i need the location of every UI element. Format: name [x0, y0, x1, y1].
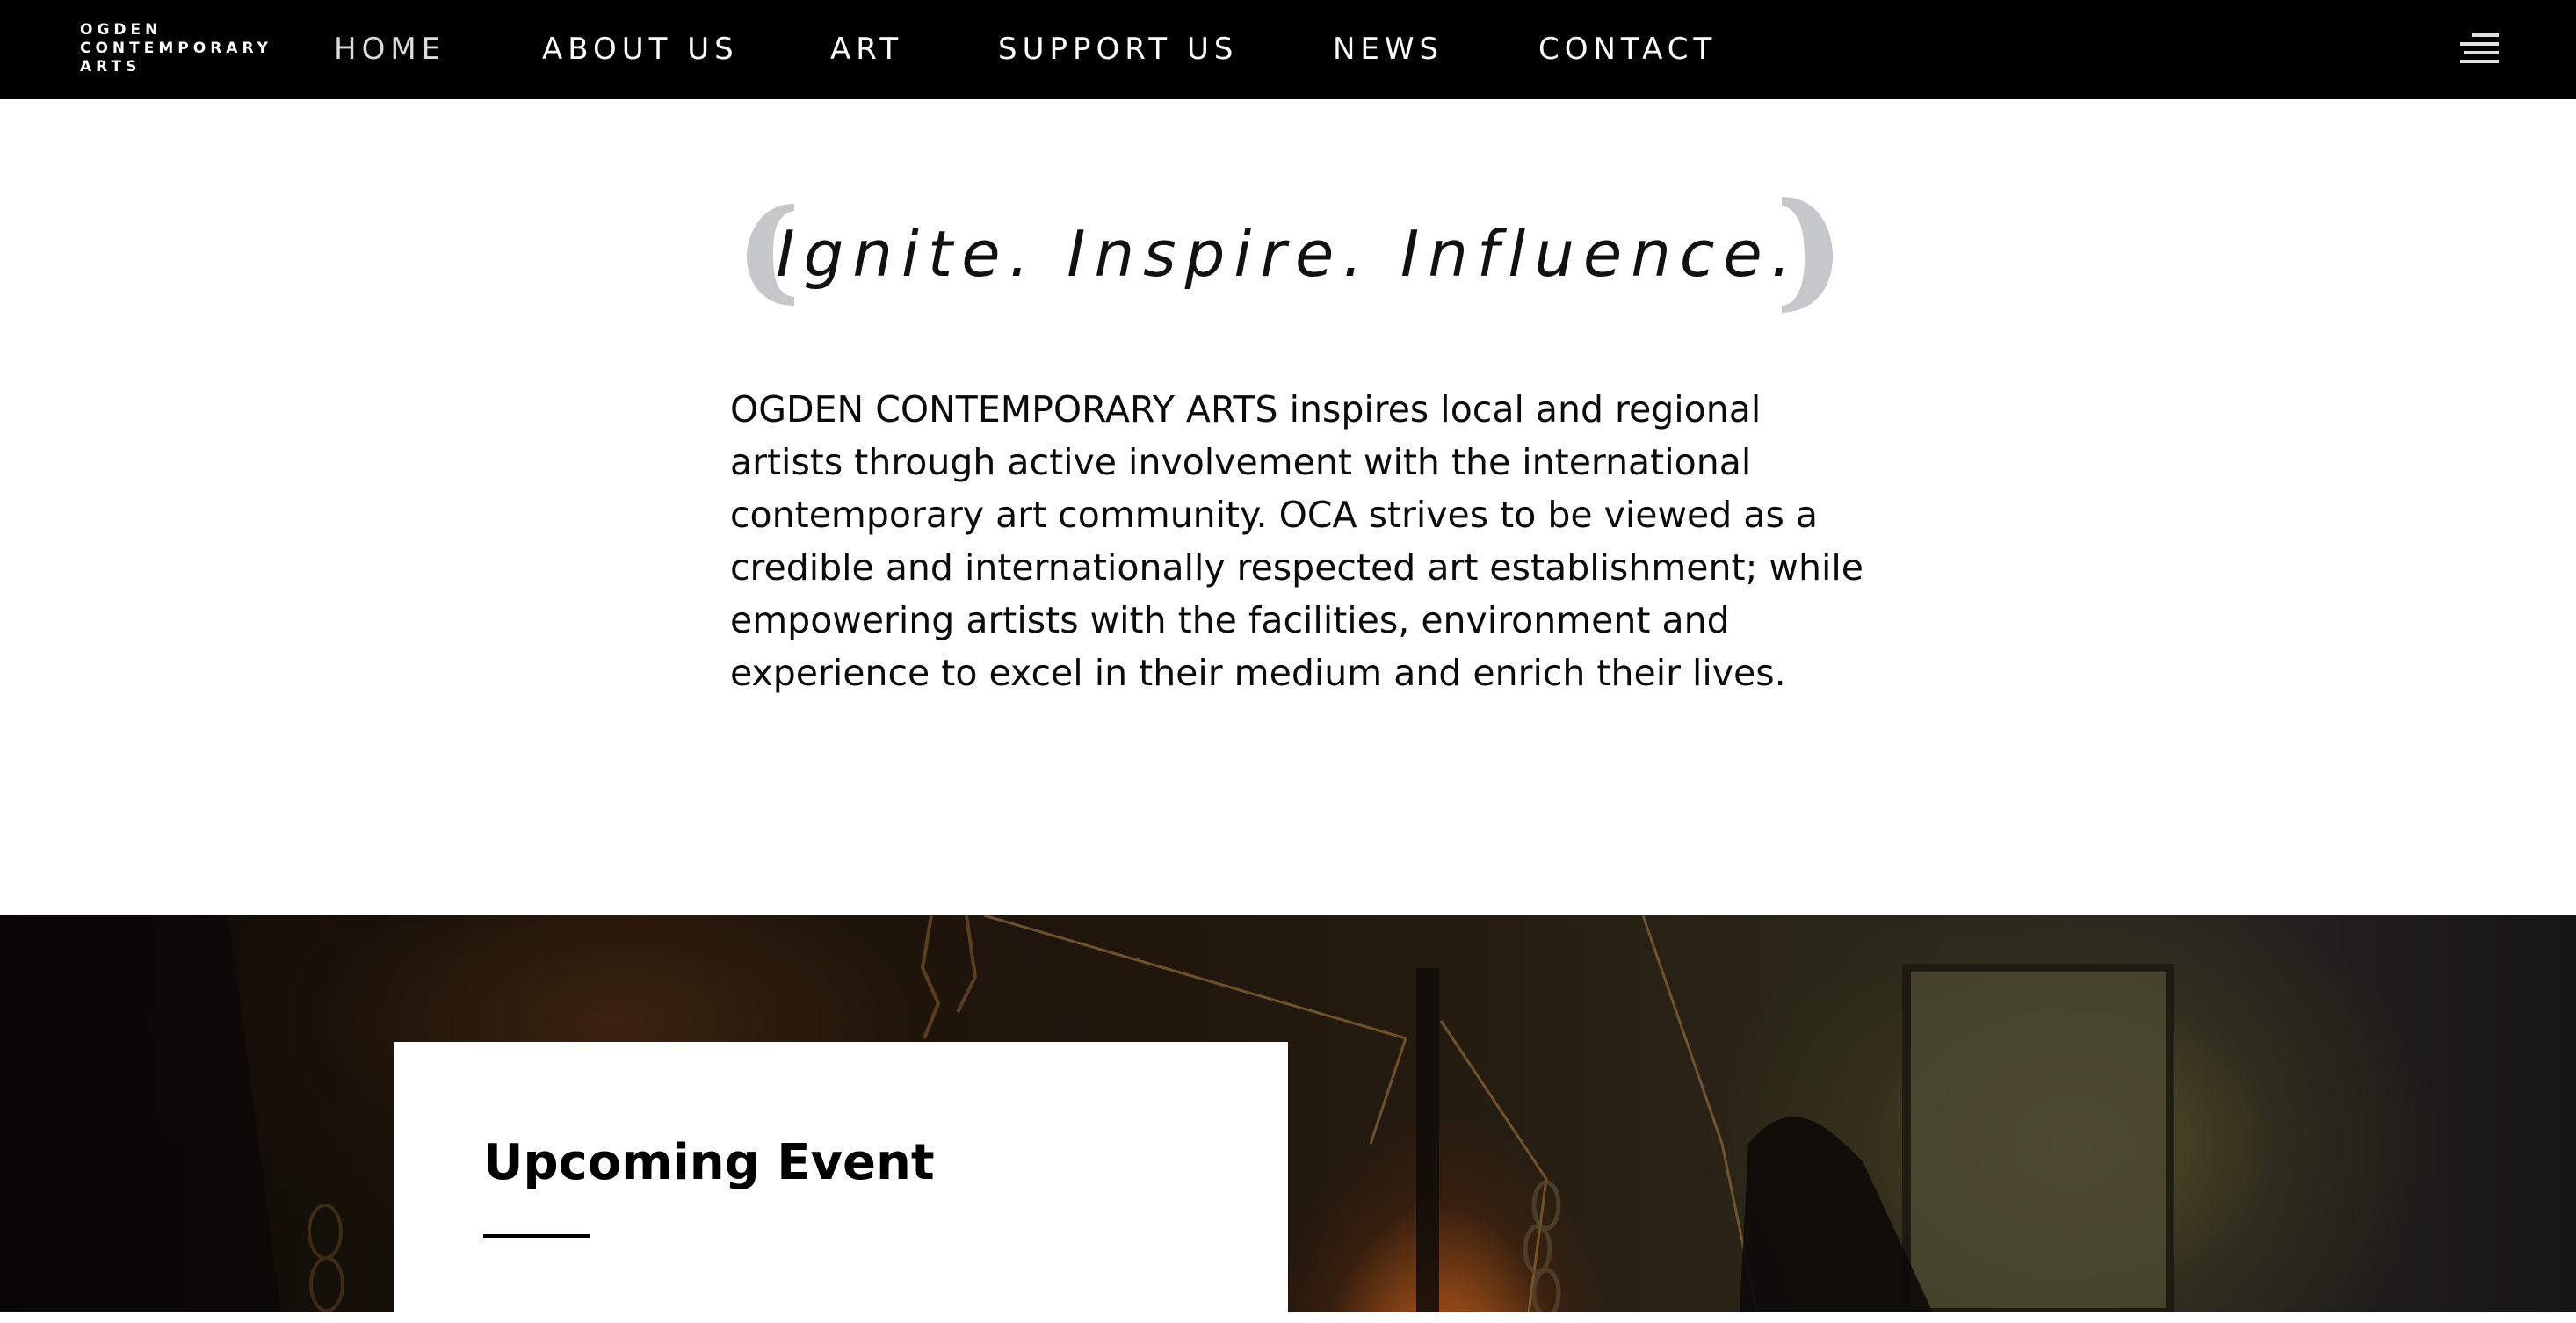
tagline-text: Ignite. Inspire. Influence.: [776, 217, 1800, 291]
nav-item-news[interactable]: NEWS: [1333, 30, 1444, 69]
mission-line: empowering artists with the facilities, …: [730, 599, 1730, 641]
heading-underline: [483, 1234, 590, 1238]
mission-line: contemporary art community. OCA strives …: [730, 494, 1818, 536]
nav-item-contact[interactable]: CONTACT: [1538, 30, 1717, 69]
mission-statement: OGDEN CONTEMPORARY ARTS inspires local a…: [730, 383, 1863, 699]
gallery-background-image: [0, 915, 2576, 1312]
top-navigation-bar: OGDEN CONTEMPORARY ARTS HOME ABOUT US AR…: [0, 0, 2576, 99]
upcoming-event-card: Upcoming Event: [394, 1042, 1288, 1323]
hamburger-menu-icon[interactable]: [2460, 33, 2499, 63]
mission-line: artists through active involvement with …: [730, 441, 1752, 483]
gallery-scene-illustration: [0, 915, 2174, 1312]
logo-line-1: OGDEN: [80, 21, 163, 39]
mission-line: OGDEN CONTEMPORARY ARTS inspires local a…: [730, 388, 1762, 430]
mission-line: experience to excel in their medium and …: [730, 652, 1786, 694]
tagline-section: Ignite. Inspire. Influence.: [0, 193, 2576, 316]
right-bracket-decoration: [1782, 197, 1833, 313]
logo-line-3: ARTS: [80, 58, 141, 76]
mission-line: credible and internationally respected a…: [730, 546, 1863, 589]
nav-item-support-us[interactable]: SUPPORT US: [998, 30, 1238, 69]
nav-item-about-us[interactable]: ABOUT US: [542, 30, 739, 69]
nav-item-home[interactable]: HOME: [334, 30, 445, 69]
nav-item-art[interactable]: ART: [830, 30, 903, 69]
logo-line-2: CONTEMPORARY: [80, 40, 272, 57]
upcoming-event-heading: Upcoming Event: [483, 1134, 935, 1191]
site-logo[interactable]: OGDEN CONTEMPORARY ARTS: [80, 21, 291, 76]
